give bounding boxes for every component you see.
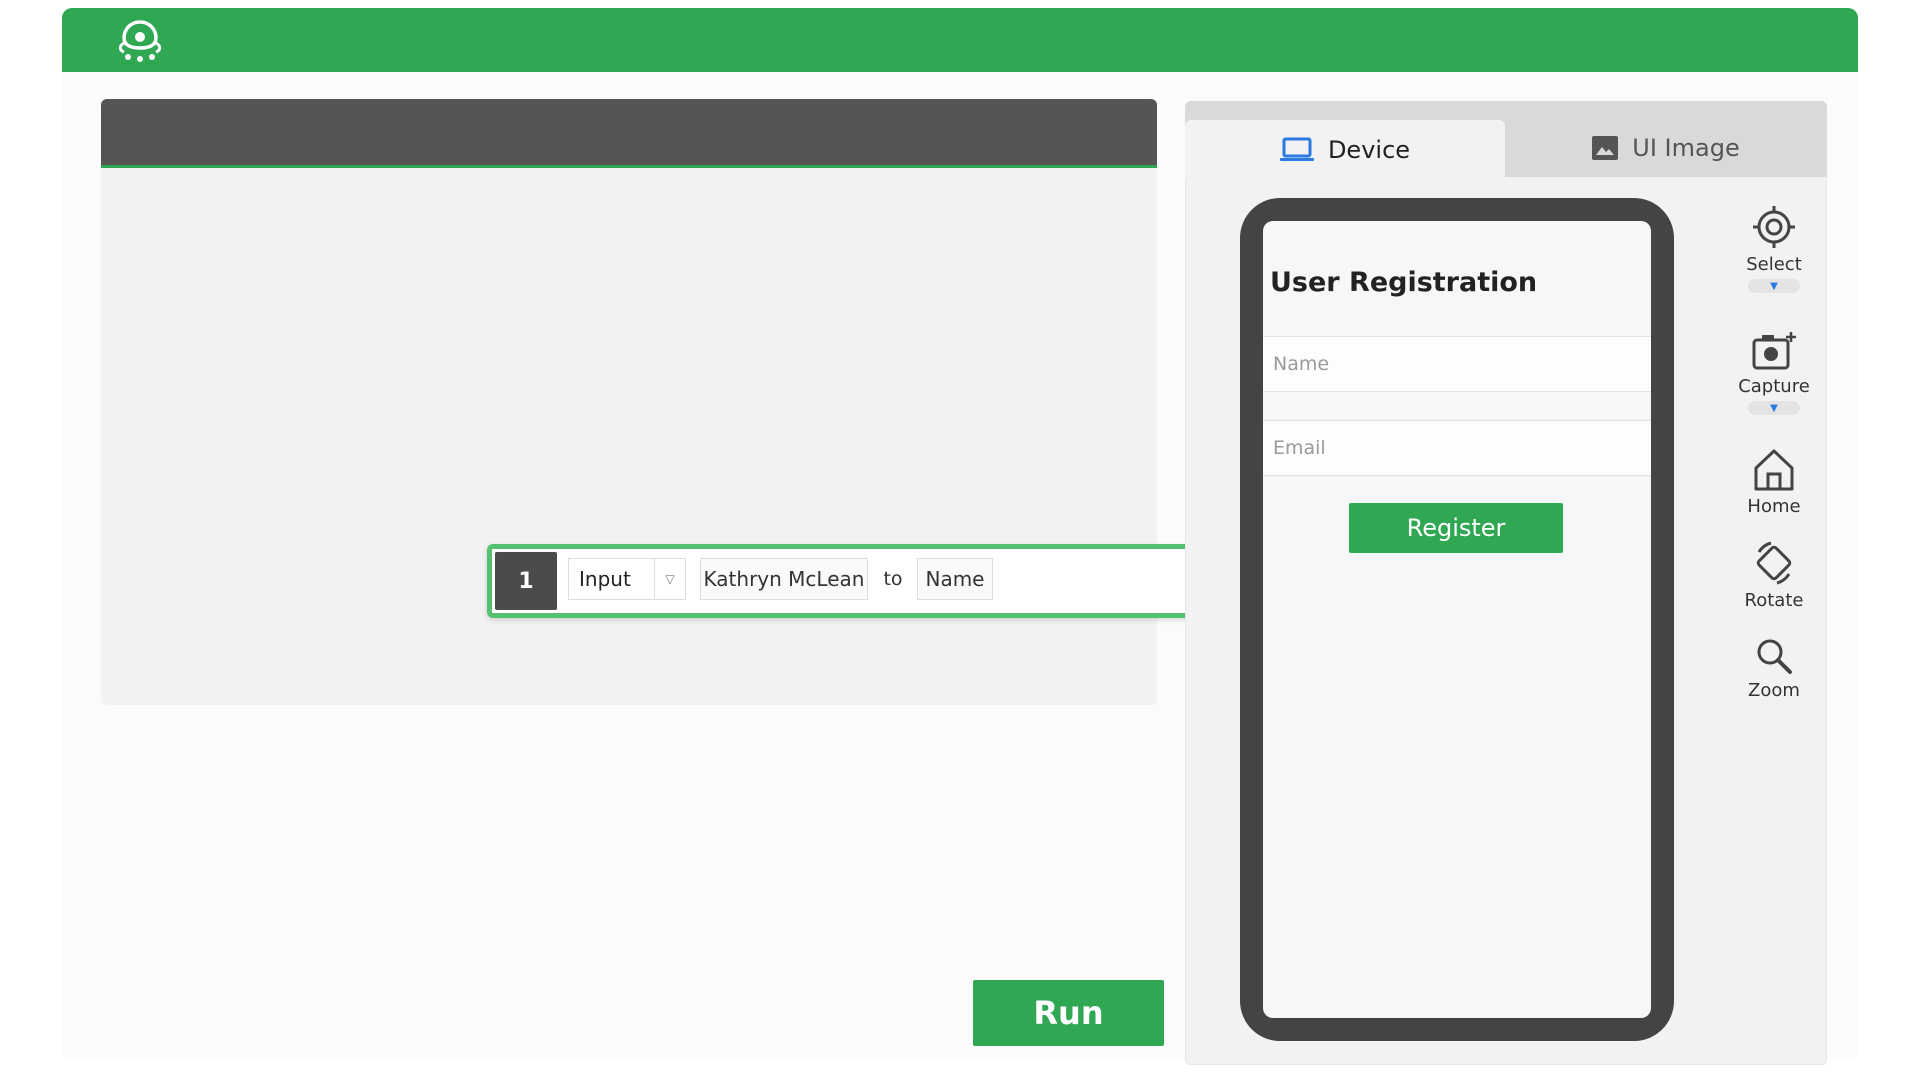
chevron-down-icon[interactable]: ▽ (654, 559, 685, 599)
device-screen[interactable]: User Registration Name Email Register (1263, 221, 1651, 1018)
registration-title: User Registration (1270, 267, 1538, 298)
chevron-down-icon[interactable]: ▼ (1748, 401, 1800, 415)
tool-capture-label: Capture (1738, 376, 1810, 397)
target-icon (1753, 206, 1795, 248)
robot-ufo-icon[interactable] (115, 16, 165, 66)
tool-zoom-label: Zoom (1748, 680, 1800, 701)
tool-rotate-label: Rotate (1744, 590, 1804, 611)
tab-ui-image[interactable]: UI Image (1505, 120, 1827, 176)
tool-rotate[interactable]: Rotate (1737, 540, 1811, 611)
run-button[interactable]: Run (973, 980, 1164, 1046)
action-select-value: Input (579, 567, 631, 591)
email-field[interactable]: Email (1263, 420, 1651, 476)
zoom-icon (1757, 639, 1792, 674)
action-select[interactable]: Input ▽ (568, 558, 686, 600)
step-number: 1 (495, 552, 557, 610)
image-icon (1592, 136, 1619, 160)
home-icon (1754, 449, 1794, 491)
tab-device[interactable]: Device (1185, 120, 1505, 180)
name-field[interactable]: Name (1263, 336, 1651, 392)
step-connector: to (883, 568, 903, 590)
rotate-icon (1756, 541, 1792, 585)
chevron-down-icon[interactable]: ▼ (1748, 279, 1800, 293)
tool-home[interactable]: Home (1737, 446, 1811, 517)
tool-capture[interactable]: Capture ▼ (1737, 330, 1811, 415)
tab-device-label: Device (1327, 136, 1411, 164)
input-value-field[interactable]: Kathryn McLean (700, 558, 868, 600)
tool-select-label: Select (1746, 254, 1802, 275)
laptop-icon (1279, 137, 1314, 161)
tool-select[interactable]: Select ▼ (1737, 204, 1811, 293)
editor-header (101, 99, 1157, 168)
register-button[interactable]: Register (1349, 503, 1563, 553)
target-element-field[interactable]: Name (917, 558, 993, 600)
tool-home-label: Home (1747, 496, 1801, 517)
top-bar (62, 8, 1858, 72)
tool-zoom[interactable]: Zoom (1737, 636, 1811, 701)
camera-icon (1752, 332, 1796, 370)
tab-ui-image-label: UI Image (1632, 134, 1740, 162)
